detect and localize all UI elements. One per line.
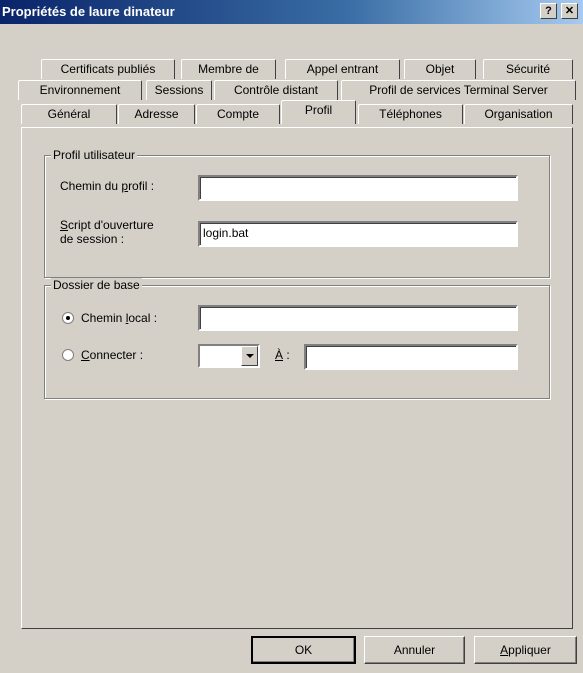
radio-selected-dot [66, 316, 70, 320]
tab-panel: Profil utilisateur Chemin du profil : Sc… [21, 127, 573, 629]
drive-dropdown-button[interactable] [241, 346, 258, 366]
logon-script-label-line2: de session : [60, 232, 125, 246]
apply-label: ppliquer [508, 643, 551, 657]
local-path-label: Chemin local : [81, 311, 158, 325]
local-path-radio[interactable] [62, 312, 74, 324]
close-button[interactable]: ✕ [561, 3, 578, 19]
profile-path-label: Chemin du profil : [60, 179, 155, 193]
tab-securite[interactable]: Sécurité [483, 59, 573, 79]
tab-sessions[interactable]: Sessions [146, 80, 212, 100]
drive-letter-select[interactable] [198, 344, 260, 368]
connect-radio[interactable] [62, 349, 74, 361]
close-icon: ✕ [564, 5, 575, 17]
local-path-input[interactable] [198, 305, 518, 331]
tab-adresse[interactable]: Adresse [118, 104, 195, 124]
tab-compte[interactable]: Compte [196, 104, 280, 124]
to-path-input[interactable] [304, 344, 518, 370]
tab-telephones[interactable]: Téléphones [358, 104, 463, 124]
tab-profil-services-terminal-server[interactable]: Profil de services Terminal Server [341, 80, 576, 100]
properties-dialog: Propriétés de laure dinateur ? ✕ Certifi… [0, 0, 583, 673]
tab-controle-distant[interactable]: Contrôle distant [214, 80, 338, 100]
tab-profil[interactable]: Profil [281, 100, 356, 124]
home-folder-group-label: Dossier de base [51, 278, 142, 292]
tab-objet[interactable]: Objet [404, 59, 476, 79]
tab-membre-de[interactable]: Membre de [181, 59, 276, 79]
user-profile-group: Profil utilisateur Chemin du profil : Sc… [44, 148, 550, 278]
connect-label: Connecter : [81, 348, 144, 362]
title-bar[interactable]: Propriétés de laure dinateur ? ✕ [0, 0, 583, 24]
tab-general[interactable]: Général [21, 104, 117, 124]
ok-button[interactable]: OK [251, 636, 356, 664]
apply-mnemonic: A [500, 643, 509, 657]
to-label: À : [275, 348, 290, 362]
tab-environnement[interactable]: Environnement [18, 80, 142, 100]
logon-script-input[interactable]: login.bat [198, 221, 518, 247]
user-profile-group-label: Profil utilisateur [51, 148, 138, 162]
tab-appel-entrant[interactable]: Appel entrant [285, 59, 400, 79]
window-title: Propriétés de laure dinateur [2, 4, 175, 19]
profile-path-input[interactable] [198, 175, 518, 201]
tab-certificats-publies[interactable]: Certificats publiés [41, 59, 175, 79]
tab-organisation[interactable]: Organisation [464, 104, 573, 124]
cancel-button[interactable]: Annuler [364, 636, 465, 664]
logon-script-label: Script d'ouverture [60, 218, 154, 232]
chevron-down-icon [246, 354, 254, 358]
home-folder-group: Dossier de base Chemin local : Connecter… [44, 278, 550, 399]
apply-button[interactable]: Appliquer [474, 636, 577, 664]
help-button[interactable]: ? [540, 3, 557, 19]
